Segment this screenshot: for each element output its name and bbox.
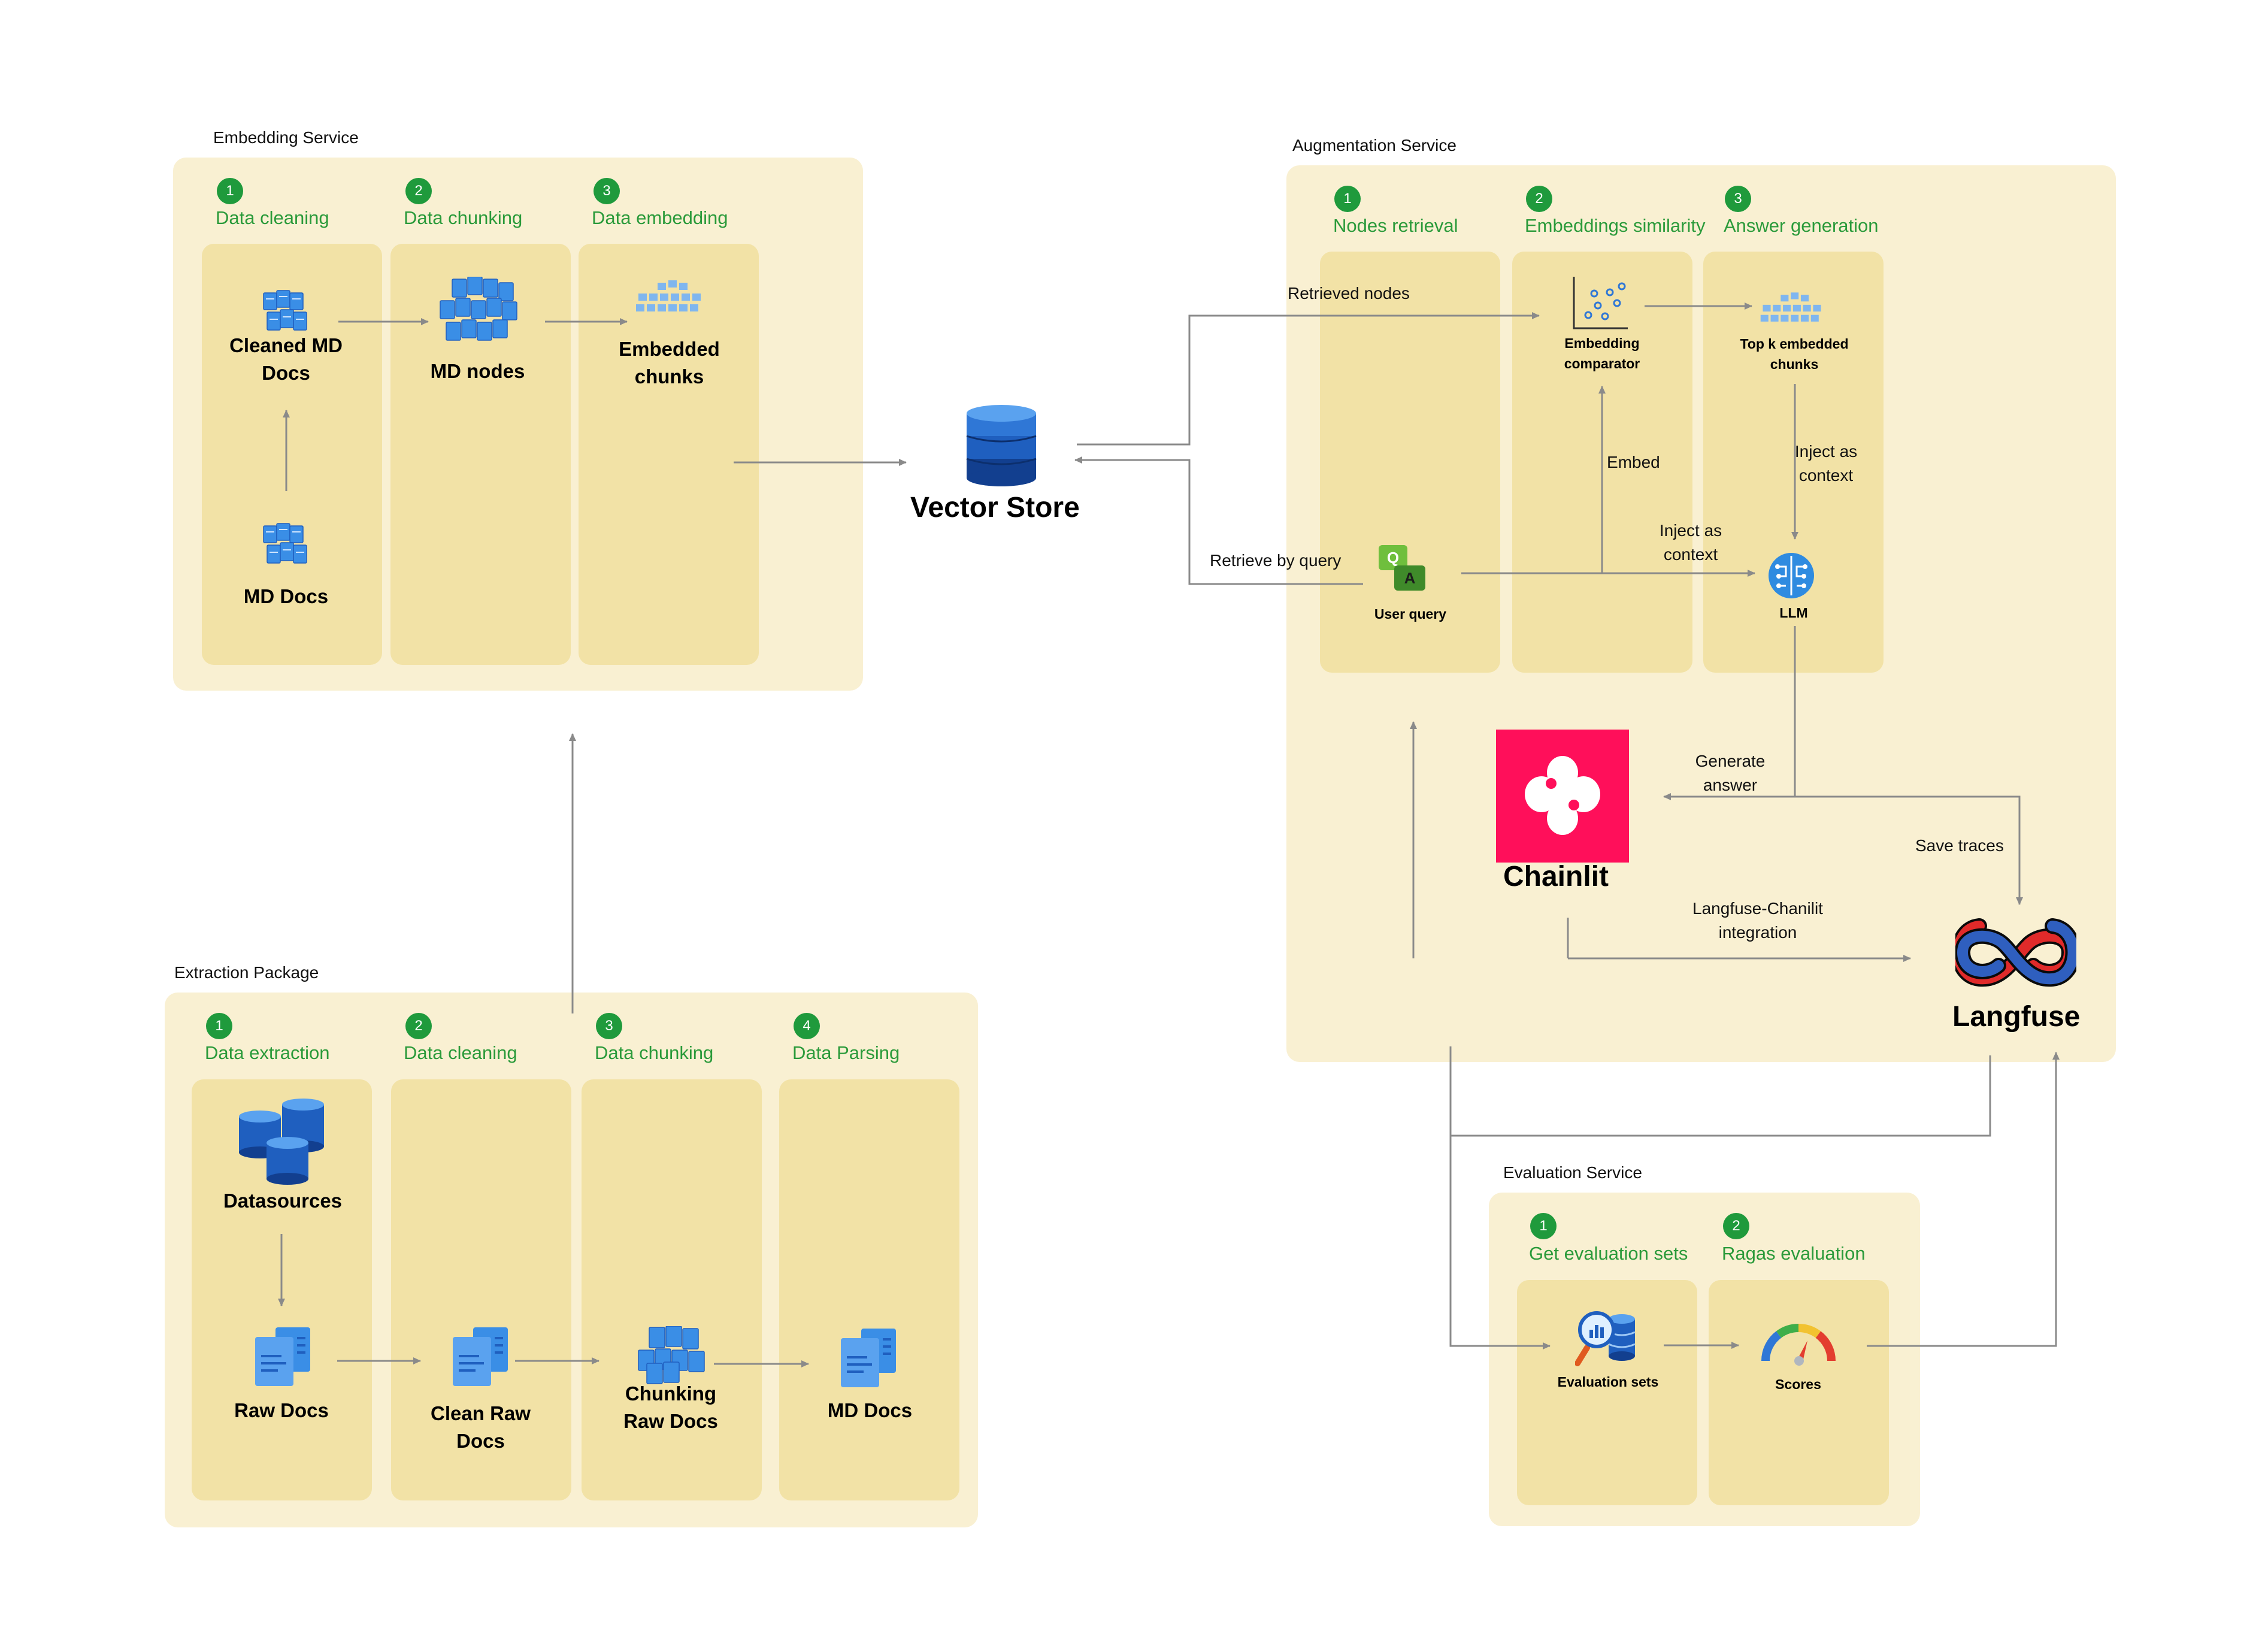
datasources-label: Datasources <box>223 1190 343 1212</box>
step-label: Data Parsing <box>792 1042 900 1063</box>
step-label: Ragas evaluation <box>1722 1243 1866 1264</box>
step-number: 2 <box>1723 1213 1749 1239</box>
edge-label-langfuse-chainlit: Langfuse-Chanilit integration <box>1692 899 1823 942</box>
edge-label-inject-context: Inject as context <box>1659 521 1722 564</box>
chainlit-label: Chainlit <box>1503 861 1609 892</box>
step-label: Answer generation <box>1724 215 1879 236</box>
qa-icon: Q A <box>1376 545 1429 598</box>
evaluation-service-title: Evaluation Service <box>1503 1163 1642 1182</box>
cleaned-md-docs-label: Cleaned MD Docs <box>229 334 343 384</box>
step-number: 1 <box>217 178 243 204</box>
chainlit-logo-icon <box>1496 730 1629 863</box>
edge-label-save-traces: Save traces <box>1915 836 2004 855</box>
edge-label-embed: Embed <box>1607 453 1660 471</box>
chunking-raw-docs-label: Chunking Raw Docs <box>623 1382 718 1432</box>
step-number: 2 <box>1526 186 1552 212</box>
documents-icon <box>841 1329 896 1387</box>
database-icon <box>966 405 1037 486</box>
step-number: 3 <box>596 1013 622 1039</box>
step-label: Data chunking <box>404 207 523 228</box>
step-label: Data embedding <box>592 207 728 228</box>
embedding-comparator-label: Embedding comparator <box>1564 335 1640 371</box>
augmentation-service-title: Augmentation Service <box>1292 136 1457 155</box>
md-nodes-label: MD nodes <box>430 360 525 382</box>
scatter-plot-icon <box>1573 277 1628 329</box>
databases-icon <box>239 1099 324 1185</box>
step-number: 3 <box>1725 186 1751 212</box>
step-label: Get evaluation sets <box>1529 1243 1688 1264</box>
edge-label-retrieve-by-query: Retrieve by query <box>1210 551 1342 570</box>
step-label: Data chunking <box>595 1042 714 1063</box>
extraction-package-title: Extraction Package <box>174 963 319 982</box>
step-label: Nodes retrieval <box>1333 215 1458 236</box>
document-stack-icon <box>263 290 307 331</box>
edge-label-retrieved-nodes: Retrieved nodes <box>1288 284 1410 302</box>
raw-docs-label: Raw Docs <box>234 1399 329 1421</box>
step-label: Data cleaning <box>404 1042 517 1063</box>
evaluation-sets-label: Evaluation sets <box>1557 1374 1659 1390</box>
edge-label-generate-answer: Generate answer <box>1695 752 1766 794</box>
langfuse-logo-icon <box>1955 918 2076 987</box>
vector-store-label: Vector Store <box>910 492 1080 524</box>
step-number: 3 <box>594 178 620 204</box>
langfuse-label: Langfuse <box>1952 1001 2081 1033</box>
answer-bubble: A <box>1394 565 1425 591</box>
gauge-icon <box>1761 1324 1836 1366</box>
step-number: 1 <box>1334 186 1361 212</box>
embedding-grid-icon <box>636 280 701 311</box>
step-label: Data cleaning <box>216 207 329 228</box>
step-number: 1 <box>1530 1213 1557 1239</box>
edge-label-inject-context: Inject as context <box>1794 442 1858 485</box>
embedded-chunks-label: Embedded chunks <box>619 338 720 388</box>
step-number: 2 <box>405 1013 432 1039</box>
document-stack-icon <box>263 523 307 564</box>
documents-icon <box>453 1327 508 1386</box>
scores-label: Scores <box>1775 1376 1821 1392</box>
md-docs-label: MD Docs <box>243 585 329 607</box>
step-label: Data extraction <box>205 1042 330 1063</box>
document-stack-icon <box>638 1326 705 1384</box>
documents-icon <box>255 1327 310 1386</box>
brain-icon <box>1769 553 1814 598</box>
step-number: 2 <box>405 178 432 204</box>
top-k-chunks-label: Top k embedded chunks <box>1740 336 1849 372</box>
database-search-icon <box>1575 1311 1636 1366</box>
llm-label: LLM <box>1779 605 1808 621</box>
clean-raw-docs-label: Clean Raw Docs <box>431 1402 531 1452</box>
embedding-grid-icon <box>1760 292 1821 322</box>
document-cluster-icon <box>440 277 517 341</box>
user-query-label: User query <box>1374 606 1447 622</box>
md-docs-parsed-label: MD Docs <box>827 1399 913 1421</box>
step-label: Embeddings similarity <box>1525 215 1706 236</box>
embedding-service-title: Embedding Service <box>213 128 359 147</box>
step-number: 1 <box>206 1013 232 1039</box>
step-number: 4 <box>794 1013 820 1039</box>
